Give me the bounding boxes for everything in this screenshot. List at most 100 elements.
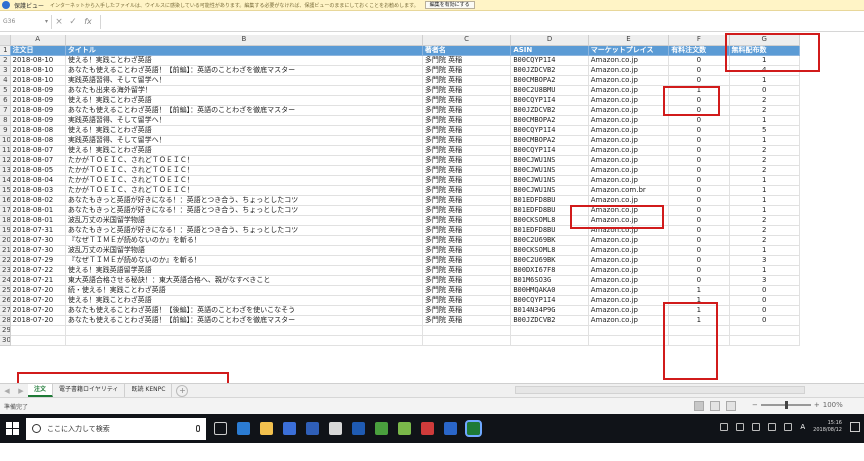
- enable-editing-button[interactable]: 編集を有効にする: [424, 1, 475, 9]
- cell-marketplace[interactable]: Amazon.co.jp: [588, 85, 670, 96]
- cell-asin[interactable]: [510, 325, 589, 336]
- row-number[interactable]: 6: [0, 95, 11, 106]
- ime-indicator[interactable]: A: [800, 423, 805, 431]
- cell-marketplace[interactable]: Amazon.co.jp: [588, 275, 670, 286]
- cell-paid-orders[interactable]: 0: [668, 145, 730, 156]
- cell-title[interactable]: 使える！実践ことわざ英語: [65, 125, 423, 136]
- cell-order-date[interactable]: 2018-08-09: [10, 115, 66, 126]
- cell-author[interactable]: 多門院 英稲: [422, 235, 512, 246]
- cell-marketplace[interactable]: Amazon.co.jp: [588, 235, 670, 246]
- cell-paid-orders[interactable]: 0: [668, 195, 730, 206]
- cell-paid-orders[interactable]: 0: [668, 175, 730, 186]
- cell-paid-orders[interactable]: 0: [668, 105, 730, 116]
- cell-title[interactable]: 実践英語習得、そして留学へ！: [65, 115, 423, 126]
- cell-paid-orders[interactable]: 0: [668, 55, 730, 66]
- cell-marketplace[interactable]: Amazon.co.jp: [588, 65, 670, 76]
- microphone-icon[interactable]: [196, 425, 200, 432]
- row-number[interactable]: 30: [0, 335, 11, 346]
- cell-free-units[interactable]: 4: [729, 65, 801, 76]
- cell-order-date[interactable]: 2018-08-09: [10, 85, 66, 96]
- cell-asin[interactable]: B00CJWU1NS: [510, 185, 589, 196]
- app-icon-green[interactable]: [375, 422, 388, 435]
- cell-title[interactable]: 『なぜＴＩＭＥが読めないのか』を斬る！: [65, 235, 423, 246]
- cell-order-date[interactable]: 2018-07-30: [10, 245, 66, 256]
- header-cell-paid-orders[interactable]: 有料注文数: [668, 45, 730, 56]
- cell-asin[interactable]: B00CJWU1NS: [510, 165, 589, 176]
- cell-author[interactable]: 多門院 英稲: [422, 135, 512, 146]
- zoom-slider[interactable]: [760, 401, 811, 409]
- cell-marketplace[interactable]: Amazon.co.jp: [588, 175, 670, 186]
- cell-order-date[interactable]: 2018-07-20: [10, 305, 66, 316]
- header-cell-order-date[interactable]: 注文日: [10, 45, 66, 56]
- cell-order-date[interactable]: 2018-08-09: [10, 95, 66, 106]
- cell-author[interactable]: 多門院 英稲: [422, 245, 512, 256]
- cell-marketplace[interactable]: Amazon.co.jp: [588, 145, 670, 156]
- task-view-icon[interactable]: [214, 422, 227, 435]
- cell-asin[interactable]: B00CMBOPA2: [510, 135, 589, 146]
- row-number[interactable]: 12: [0, 155, 11, 166]
- cell-asin[interactable]: B00CJWU1NS: [510, 155, 589, 166]
- cell-title[interactable]: 使える！実践ことわざ英語: [65, 145, 423, 156]
- row-number[interactable]: 28: [0, 315, 11, 326]
- cell-title[interactable]: 実践英語習得、そして留学へ！: [65, 135, 423, 146]
- cell-order-date[interactable]: 2018-08-02: [10, 195, 66, 206]
- select-all-corner[interactable]: [0, 35, 11, 46]
- cell-marketplace[interactable]: Amazon.co.jp: [588, 255, 670, 266]
- tab-scroll-left-icon[interactable]: ◀: [0, 387, 14, 395]
- cell-title[interactable]: あなたも出来る海外留学！: [65, 85, 423, 96]
- column-header[interactable]: D: [510, 35, 589, 46]
- chevron-down-icon[interactable]: ▾: [45, 18, 48, 25]
- cell-free-units[interactable]: 0: [729, 295, 801, 306]
- cell-free-units[interactable]: 1: [729, 245, 801, 256]
- cell-paid-orders[interactable]: 0: [668, 225, 730, 236]
- row-number[interactable]: 16: [0, 195, 11, 206]
- cell-free-units[interactable]: 5: [729, 125, 801, 136]
- cell-marketplace[interactable]: Amazon.co.jp: [588, 215, 670, 226]
- cell-asin[interactable]: B00JZDCVB2: [510, 65, 589, 76]
- media-player-icon[interactable]: [421, 422, 434, 435]
- row-number[interactable]: 23: [0, 265, 11, 276]
- row-number[interactable]: 18: [0, 215, 11, 226]
- cortana-icon[interactable]: [32, 424, 41, 433]
- cell-asin[interactable]: B00C2U69BK: [510, 255, 589, 266]
- app-icon-blue[interactable]: [444, 422, 457, 435]
- cell-order-date[interactable]: 2018-08-03: [10, 185, 66, 196]
- cell-free-units[interactable]: 2: [729, 215, 801, 226]
- cell-free-units[interactable]: 1: [729, 265, 801, 276]
- cell-order-date[interactable]: [10, 325, 66, 336]
- cell-asin[interactable]: [510, 335, 589, 346]
- taskbar-clock[interactable]: 15:16 2018/08/12: [813, 420, 842, 434]
- tab-scroll-right-icon[interactable]: ▶: [14, 387, 28, 395]
- cell-free-units[interactable]: 1: [729, 115, 801, 126]
- cell-author[interactable]: 多門院 英稲: [422, 285, 512, 296]
- cell-paid-orders[interactable]: 0: [668, 245, 730, 256]
- action-center-icon[interactable]: [850, 422, 860, 432]
- cell-author[interactable]: 多門院 英稲: [422, 175, 512, 186]
- cell-asin[interactable]: B00HMQAKA0: [510, 285, 589, 296]
- cell-order-date[interactable]: 2018-07-30: [10, 235, 66, 246]
- cell-title[interactable]: あなたもきっと英語が好きになる！：英語とつき合う、ちょっとしたコツ: [65, 205, 423, 216]
- column-header[interactable]: E: [588, 35, 670, 46]
- worksheet-grid[interactable]: A B C D E F G 1 注文日 タイトル 著者名 ASIN マーケットプ…: [0, 35, 864, 375]
- cell-order-date[interactable]: 2018-08-10: [10, 75, 66, 86]
- cell-free-units[interactable]: [729, 325, 801, 336]
- cell-paid-orders[interactable]: 1: [668, 285, 730, 296]
- cell-asin[interactable]: B01EDFD8BU: [510, 225, 589, 236]
- cell-author[interactable]: 多門院 英稲: [422, 195, 512, 206]
- cell-title[interactable]: [65, 325, 423, 336]
- cell-order-date[interactable]: 2018-08-04: [10, 175, 66, 186]
- network-icon[interactable]: [752, 423, 761, 431]
- cell-title[interactable]: あなたもきっと英語が好きになる！：英語とつき合う、ちょっとしたコツ: [65, 195, 423, 206]
- cell-order-date[interactable]: 2018-07-21: [10, 275, 66, 286]
- cell-order-date[interactable]: 2018-07-31: [10, 225, 66, 236]
- word-icon[interactable]: [352, 422, 365, 435]
- row-number[interactable]: 7: [0, 105, 11, 116]
- cell-asin[interactable]: B00C2U8BMU: [510, 85, 589, 96]
- cell-paid-orders[interactable]: 0: [668, 255, 730, 266]
- row-number[interactable]: 8: [0, 115, 11, 126]
- cell-author[interactable]: 多門院 英稲: [422, 185, 512, 196]
- tab-kenpc[interactable]: 既読 KENPC: [125, 384, 173, 397]
- cell-author[interactable]: 多門院 英稲: [422, 305, 512, 316]
- cell-paid-orders[interactable]: 1: [668, 315, 730, 326]
- cell-paid-orders[interactable]: 0: [668, 155, 730, 166]
